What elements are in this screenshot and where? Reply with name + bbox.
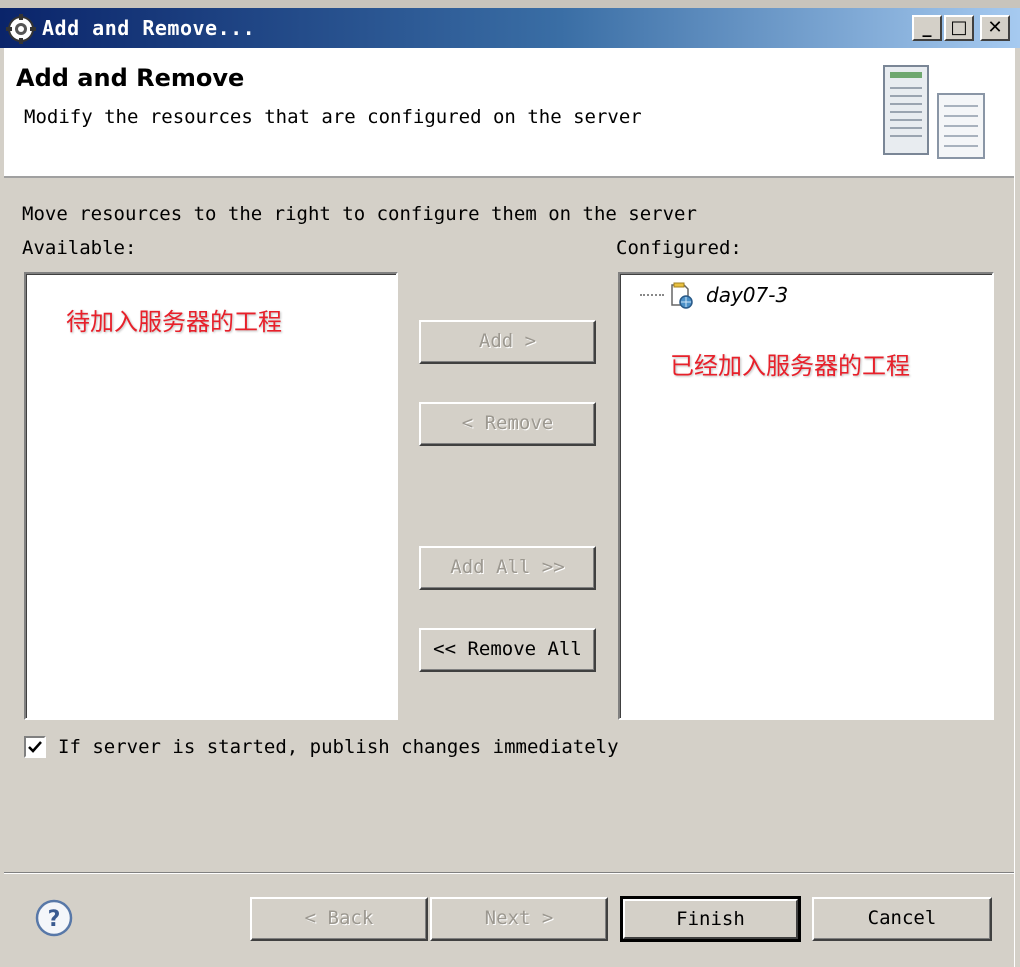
window-right-edge	[1014, 48, 1020, 967]
minimize-button[interactable]: _	[912, 15, 942, 41]
next-button[interactable]: Next >	[430, 897, 608, 941]
configured-list[interactable]: day07-3 已经加入服务器的工程	[618, 272, 994, 720]
finish-button-bevel	[623, 899, 798, 939]
close-button[interactable]: ✕	[980, 15, 1010, 41]
instruction-text: Move resources to the right to configure…	[22, 203, 697, 225]
close-icon: ✕	[987, 17, 1003, 38]
help-icon[interactable]: ?	[34, 898, 74, 938]
eclipse-gear-icon	[6, 14, 36, 44]
minimize-icon: _	[922, 17, 932, 38]
publish-checkbox-label[interactable]: If server is started, publish changes im…	[58, 736, 619, 758]
finish-button[interactable]: Finish	[620, 896, 801, 942]
server-icon	[880, 60, 990, 164]
configured-label: Configured:	[616, 237, 742, 259]
maximize-icon: □	[950, 17, 968, 38]
window-title: Add and Remove...	[42, 16, 256, 40]
publish-checkbox[interactable]	[24, 736, 46, 758]
cancel-button[interactable]: Cancel	[812, 897, 992, 941]
add-all-button[interactable]: Add All >>	[419, 546, 596, 590]
maximize-button[interactable]: □	[944, 15, 974, 41]
add-button[interactable]: Add >	[419, 320, 596, 364]
configured-annotation: 已经加入服务器的工程	[670, 352, 910, 380]
back-button[interactable]: < Back	[250, 897, 428, 941]
remove-button[interactable]: < Remove	[419, 402, 596, 446]
project-label: day07-3	[706, 283, 789, 307]
available-label: Available:	[22, 237, 137, 259]
tree-connector	[640, 294, 664, 296]
remove-all-button[interactable]: << Remove All	[419, 628, 596, 672]
checkmark-icon	[28, 741, 42, 753]
top-edge-strip	[0, 0, 1020, 8]
web-project-icon	[668, 281, 694, 309]
header-description: Modify the resources that are configured…	[24, 106, 642, 128]
footer-divider	[4, 872, 1014, 874]
svg-text:?: ?	[48, 907, 61, 932]
available-list[interactable]: 待加入服务器的工程	[24, 272, 398, 720]
available-annotation: 待加入服务器的工程	[66, 308, 282, 336]
dialog-header: Add and Remove Modify the resources that…	[4, 48, 1014, 178]
list-item[interactable]: day07-3	[640, 280, 788, 310]
header-title: Add and Remove	[16, 64, 245, 92]
